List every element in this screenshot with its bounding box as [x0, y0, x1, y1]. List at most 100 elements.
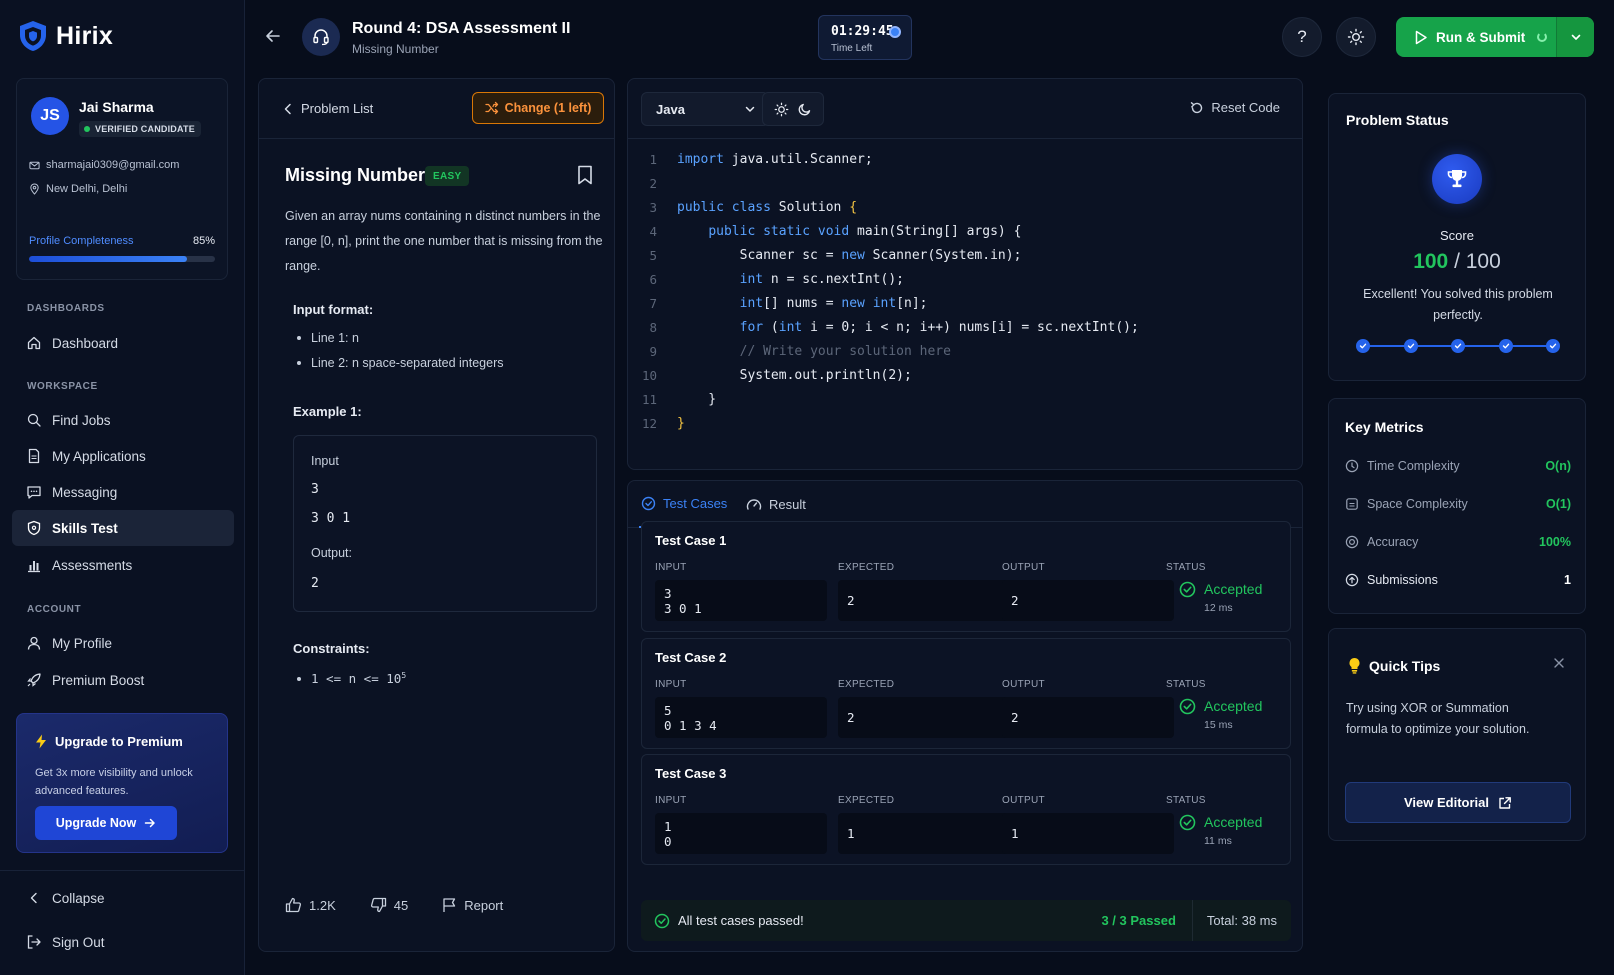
editor-theme-toggle[interactable] [762, 92, 824, 126]
line-number: 9 [649, 343, 657, 359]
line-number: 5 [649, 247, 657, 263]
profile-completeness: Profile Completeness 85% [29, 235, 215, 247]
target-icon [1345, 535, 1359, 549]
document-icon [26, 448, 42, 464]
sidebar-item-messaging[interactable]: Messaging [12, 474, 234, 510]
close-icon[interactable] [1553, 657, 1565, 669]
section-dashboards: DASHBOARDS [27, 303, 105, 314]
test-case-card[interactable]: Test Case 3 INPUT EXPECTED OUTPUT STATUS 1 0 1 1… [641, 754, 1291, 865]
run-options-dropdown[interactable] [1556, 17, 1594, 57]
test-results-panel: Test Cases Result Test Case 1 INPUT EXPECT… [627, 480, 1303, 952]
code-line[interactable]: 8 for (int i = 0; i < n; i++) nums[i] = … [628, 315, 1302, 339]
bookmark-button[interactable] [577, 165, 593, 185]
list-item: 1 <= n <= 105 [297, 671, 406, 686]
input-format-line-1: Line 1: n [311, 331, 359, 345]
report-button[interactable]: Report [442, 897, 503, 913]
code-area[interactable]: 1 import java.util.Scanner; 2 3 public class… [628, 147, 1302, 435]
mail-icon [29, 160, 40, 171]
test-case-title: Test Case 2 [655, 650, 727, 665]
upgrade-now-button[interactable]: Upgrade Now [35, 806, 177, 840]
code-token: [] nums = [763, 295, 842, 311]
code-line[interactable]: 2 [628, 171, 1302, 195]
brand[interactable]: Hirix [18, 20, 113, 52]
dislike-button[interactable]: 45 [370, 897, 408, 913]
code-line[interactable]: 1 import java.util.Scanner; [628, 147, 1302, 171]
sign-out-icon [26, 934, 42, 950]
sidebar-item-my-applications[interactable]: My Applications [12, 438, 234, 474]
profile-completeness-bar [29, 256, 215, 262]
theme-button[interactable] [1336, 17, 1376, 57]
sidebar-item-assessments[interactable]: Assessments [12, 547, 234, 583]
help-button[interactable]: ? [1282, 17, 1322, 57]
upgrade-now-label: Upgrade Now [55, 816, 137, 830]
check-circle-icon [1179, 581, 1196, 614]
test-case-input-line-2: 0 [664, 834, 672, 849]
chevron-down-icon [744, 103, 756, 115]
profile-email-row: sharmajai0309@gmail.com [29, 159, 179, 171]
sidebar-item-skills-test[interactable]: Skills Test [12, 510, 234, 546]
sun-icon[interactable] [774, 102, 789, 117]
view-editorial-button[interactable]: View Editorial [1345, 782, 1571, 823]
code-line[interactable]: 4 public static void main(String[] args)… [628, 219, 1302, 243]
sidebar-item-label: Messaging [52, 484, 118, 500]
constraint-text: 1 <= n <= 105 [311, 671, 406, 686]
line-number: 11 [641, 391, 657, 407]
test-case-card[interactable]: Test Case 2 INPUT EXPECTED OUTPUT STATUS 5 0 1… [641, 638, 1291, 749]
test-case-card[interactable]: Test Case 1 INPUT EXPECTED OUTPUT STATUS 3 3 0… [641, 521, 1291, 632]
reset-code-button[interactable]: Reset Code [1190, 100, 1280, 115]
rocket-icon [26, 672, 42, 688]
back-arrow-button[interactable] [263, 26, 283, 46]
chat-icon [26, 484, 42, 500]
sidebar-item-premium-boost[interactable]: Premium Boost [12, 662, 234, 698]
sidebar-item-find-jobs[interactable]: Find Jobs [12, 402, 234, 438]
code-line[interactable]: 6 int n = sc.nextInt(); [628, 267, 1302, 291]
sun-icon [1347, 28, 1365, 46]
sidebar-item-my-profile[interactable]: My Profile [12, 625, 234, 661]
language-select[interactable]: Java [641, 92, 769, 126]
change-problem-button[interactable]: Change (1 left) [472, 92, 604, 124]
test-case-time: 15 ms [1204, 719, 1233, 731]
code-token: n = sc.nextInt(); [763, 271, 904, 287]
page-subtitle: Missing Number [352, 42, 439, 56]
run-submit-button[interactable]: Run & Submit [1396, 17, 1594, 57]
code-line[interactable]: 7 int[] nums = new int[n]; [628, 291, 1302, 315]
code-line[interactable]: 12} [628, 411, 1302, 435]
passed-count: 3 / 3 Passed [1101, 900, 1193, 941]
list-item: Line 1: n [297, 331, 359, 345]
example-box: Input 3 3 0 1 Output: 2 [293, 435, 597, 612]
test-case-column-header: STATUS [1166, 679, 1206, 690]
test-case-expected: 2 [838, 580, 1010, 621]
code-line[interactable]: 11 } [628, 387, 1302, 411]
test-case-time: 11 ms [1204, 835, 1232, 847]
section-account: ACCOUNT [27, 604, 82, 615]
profile-completeness-label: Profile Completeness [29, 235, 134, 247]
code-token: } [677, 415, 685, 431]
problem-panel-toolbar: Problem List Change (1 left) [259, 79, 614, 139]
avatar[interactable]: JS [31, 97, 69, 135]
test-case-output: 1 [1002, 813, 1174, 854]
run-submit-main[interactable]: Run & Submit [1396, 17, 1556, 57]
code-line[interactable]: 9 // Write your solution here [628, 339, 1302, 363]
sign-out-button[interactable]: Sign Out [12, 924, 234, 960]
check-circle-icon [654, 913, 670, 929]
code-token: int [739, 271, 764, 287]
code-token: int [778, 319, 803, 335]
sidebar-item-dashboard[interactable]: Dashboard [12, 325, 234, 361]
progress-step-check-icon [1403, 339, 1418, 353]
play-icon [1414, 30, 1428, 45]
test-case-status: Accepted 15 ms [1179, 698, 1262, 731]
code-line[interactable]: 10 System.out.println(2); [628, 363, 1302, 387]
arrow-left-icon [263, 26, 283, 46]
timer-value: 01:29:45 [831, 24, 894, 39]
language-value: Java [656, 101, 685, 117]
trophy-icon [1432, 154, 1482, 204]
collapse-button[interactable]: Collapse [12, 880, 234, 916]
moon-icon[interactable] [798, 102, 812, 116]
progress-step-check-icon [1498, 339, 1513, 353]
like-button[interactable]: 1.2K [285, 897, 336, 913]
problem-list-link[interactable]: Problem List [283, 101, 373, 116]
code-line[interactable]: 3 public class Solution { [628, 195, 1302, 219]
test-case-column-header: INPUT [655, 679, 687, 690]
code-line[interactable]: 5 Scanner sc = new Scanner(System.in); [628, 243, 1302, 267]
